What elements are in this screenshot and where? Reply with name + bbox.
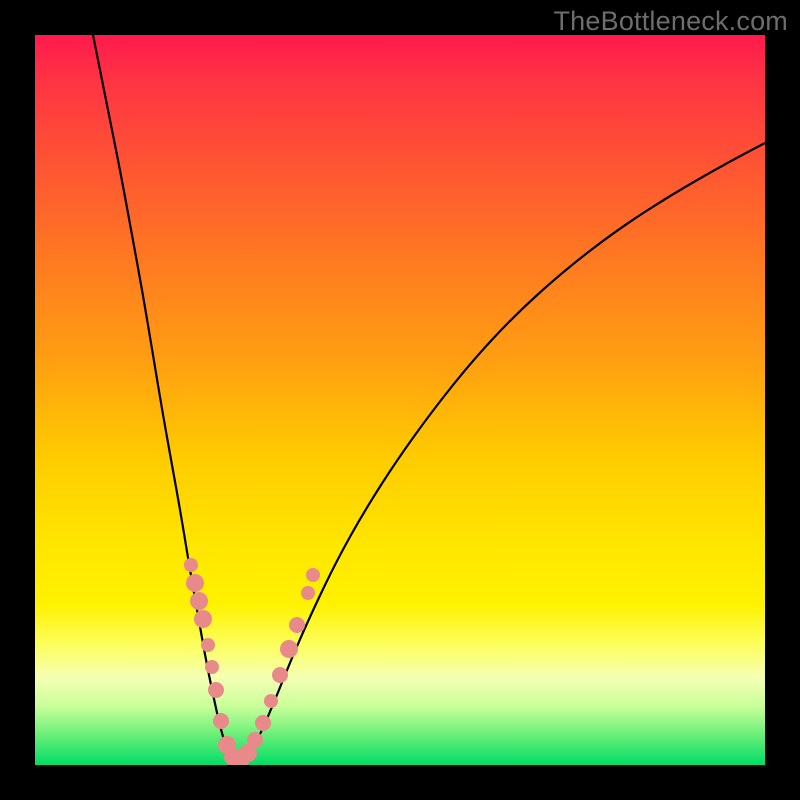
data-dot bbox=[201, 638, 215, 652]
data-dot bbox=[301, 586, 315, 600]
data-dot bbox=[306, 568, 320, 582]
left-curve bbox=[93, 35, 238, 765]
data-dot bbox=[280, 640, 298, 658]
data-dot bbox=[190, 592, 208, 610]
data-dot bbox=[208, 682, 224, 698]
chart-frame: TheBottleneck.com bbox=[0, 0, 800, 800]
data-dot bbox=[205, 660, 219, 674]
data-dot bbox=[213, 713, 229, 729]
curve-layer bbox=[35, 35, 765, 765]
watermark-text: TheBottleneck.com bbox=[553, 6, 788, 37]
data-dot bbox=[272, 667, 288, 683]
right-curve bbox=[238, 143, 765, 765]
data-dot bbox=[194, 610, 212, 628]
data-dot bbox=[264, 694, 278, 708]
data-dot bbox=[247, 732, 263, 748]
data-dot bbox=[186, 574, 204, 592]
marker-group bbox=[184, 558, 320, 765]
data-dot bbox=[255, 715, 271, 731]
plot-area bbox=[35, 35, 765, 765]
data-dot bbox=[184, 558, 198, 572]
data-dot bbox=[289, 617, 305, 633]
